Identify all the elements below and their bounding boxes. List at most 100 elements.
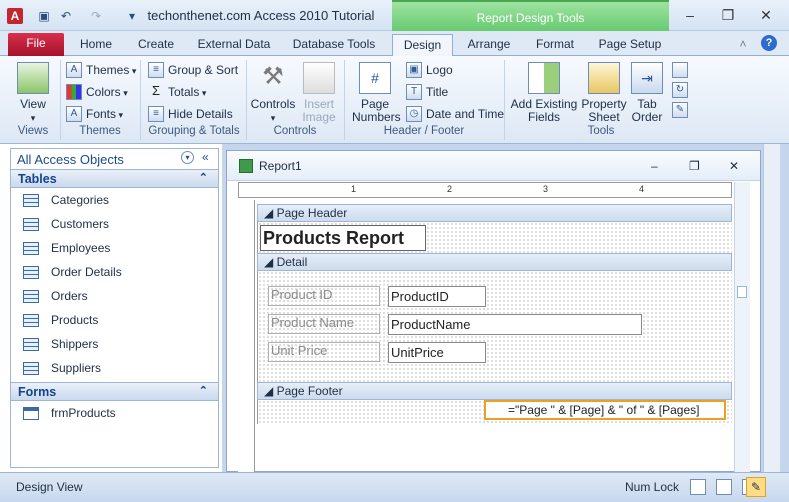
controls-icon: ⚒ [262,63,284,90]
group-sort-icon: ≡ [148,62,164,78]
report-title-label[interactable]: Products Report [260,225,426,251]
view-button[interactable]: View ▾ [13,62,53,125]
convert-macros-icon: ↻ [672,82,688,98]
save-icon[interactable]: ▣ [36,8,52,24]
tab-arrange[interactable]: Arrange [460,34,518,56]
scroll-thumb[interactable] [737,286,747,298]
tab-order-button[interactable]: ⇥ Tab Order [630,62,664,124]
product-id-label[interactable]: Product ID [268,286,380,306]
restore-icon[interactable]: ❐ [711,4,745,26]
report-restore-icon[interactable]: ❐ [689,159,700,173]
property-sheet-button[interactable]: Property Sheet [580,62,628,124]
nav-table-item[interactable]: Customers [11,212,218,236]
nav-table-item[interactable]: Order Details [11,260,218,284]
convert-macros-button[interactable]: ↻ [672,82,688,98]
tab-database-tools[interactable]: Database Tools [286,34,382,56]
tab-format[interactable]: Format [528,34,582,56]
ruler-label: 2 [447,184,453,194]
report-vertical-scrollbar[interactable] [734,182,750,472]
unit-price-label[interactable]: Unit Price [268,342,380,362]
themes-icon: A [66,62,82,78]
insert-image-button[interactable]: Insert Image [299,62,339,124]
hide-details-icon: ≡ [148,106,164,122]
redo-icon[interactable]: ↷ [88,8,104,24]
image-icon [303,62,335,94]
nav-section-forms[interactable]: Forms ⌃ [11,382,218,401]
ribbon-tabs: File Home Create External Data Database … [0,31,789,58]
unit-price-field[interactable]: UnitPrice [388,342,486,363]
product-id-field[interactable]: ProductID [388,286,486,307]
outer-vertical-scrollbar[interactable] [763,144,780,472]
tab-page-setup[interactable]: Page Setup [594,34,666,56]
page-numbers-button[interactable]: # Page Numbers [352,62,401,124]
title-button[interactable]: T Title [406,84,448,100]
page-header-band[interactable]: ◢ Page Header [257,204,732,222]
add-fields-icon [528,62,560,94]
num-lock-indicator: Num Lock [625,480,680,494]
tab-home[interactable]: Home [72,34,120,56]
collapse-chevron-icon[interactable]: ⌃ [199,171,208,184]
totals-button[interactable]: Σ Totals [148,84,206,100]
report-close-icon[interactable]: ✕ [729,159,739,173]
table-icon [23,289,39,303]
controls-button[interactable]: ⚒ Controls ▾ [249,62,297,125]
undo-icon[interactable]: ↶ [58,8,74,24]
fonts-icon: A [66,106,82,122]
view-code-button[interactable]: ✎ [672,102,688,118]
detail-band[interactable]: ◢ Detail [257,253,732,271]
table-icon [23,217,39,231]
add-existing-fields-button[interactable]: Add Existing Fields [510,62,578,124]
status-bar: Design View Num Lock ✎ [0,472,789,502]
tab-external-data[interactable]: External Data [192,34,276,56]
view-status: Design View [16,480,83,494]
tab-file[interactable]: File [8,33,64,56]
nav-table-item[interactable]: Suppliers [11,356,218,380]
product-name-label[interactable]: Product Name [268,314,380,334]
group-header-footer-label: Header / Footer [383,125,465,137]
nav-table-item[interactable]: Products [11,308,218,332]
nav-collapse-icon[interactable]: « [202,150,209,164]
nav-form-item[interactable]: frmProducts [11,401,218,425]
nav-section-tables[interactable]: Tables ⌃ [11,169,218,188]
title-icon: T [406,84,422,100]
report-view-icon[interactable] [690,479,706,495]
colors-button[interactable]: Colors [66,84,128,100]
table-icon [23,241,39,255]
product-name-field[interactable]: ProductName [388,314,642,335]
tab-create[interactable]: Create [130,34,182,56]
page-footer-band[interactable]: ◢ Page Footer [257,382,732,400]
group-views-label: Views [17,125,49,137]
table-icon [23,361,39,375]
nav-table-item[interactable]: Categories [11,188,218,212]
design-view-icon[interactable]: ✎ [746,477,766,497]
subform-button[interactable] [672,62,688,78]
minimize-icon[interactable]: – [673,4,707,26]
horizontal-ruler[interactable]: 1 2 3 4 [238,182,732,198]
print-preview-icon[interactable] [716,479,732,495]
date-time-button[interactable]: ◷ Date and Time [406,106,504,122]
nav-dropdown-icon[interactable]: ▾ [181,151,194,164]
report-minimize-icon[interactable]: – [651,159,658,173]
close-icon[interactable]: ✕ [749,4,783,26]
nav-table-item[interactable]: Shippers [11,332,218,356]
logo-button[interactable]: ▣ Logo [406,62,453,78]
ruler-label: 3 [543,184,549,194]
minimize-ribbon-icon[interactable]: ˄ [736,34,750,56]
hide-details-button[interactable]: ≡ Hide Details [148,106,233,122]
ribbon: View▾ Views AThemes Colors AFonts Themes… [0,56,789,144]
ruler-label: 1 [351,184,357,194]
context-tab-band: Report Design Tools [392,0,669,35]
nav-header[interactable]: All Access Objects ▾ « [11,149,218,169]
fonts-button[interactable]: A Fonts [66,106,123,122]
collapse-chevron-icon[interactable]: ⌃ [199,384,208,397]
group-controls-label: Controls [273,125,317,137]
group-sort-button[interactable]: ≡ Group & Sort [148,62,238,78]
access-app-icon[interactable]: A [7,8,23,24]
nav-table-item[interactable]: Employees [11,236,218,260]
themes-button[interactable]: A Themes [66,62,136,78]
vertical-ruler[interactable] [238,200,255,472]
page-number-expression[interactable]: ="Page " & [Page] & " of " & [Pages] [484,400,726,420]
tab-design[interactable]: Design [392,34,453,58]
help-icon[interactable]: ? [761,35,777,51]
nav-table-item[interactable]: Orders [11,284,218,308]
